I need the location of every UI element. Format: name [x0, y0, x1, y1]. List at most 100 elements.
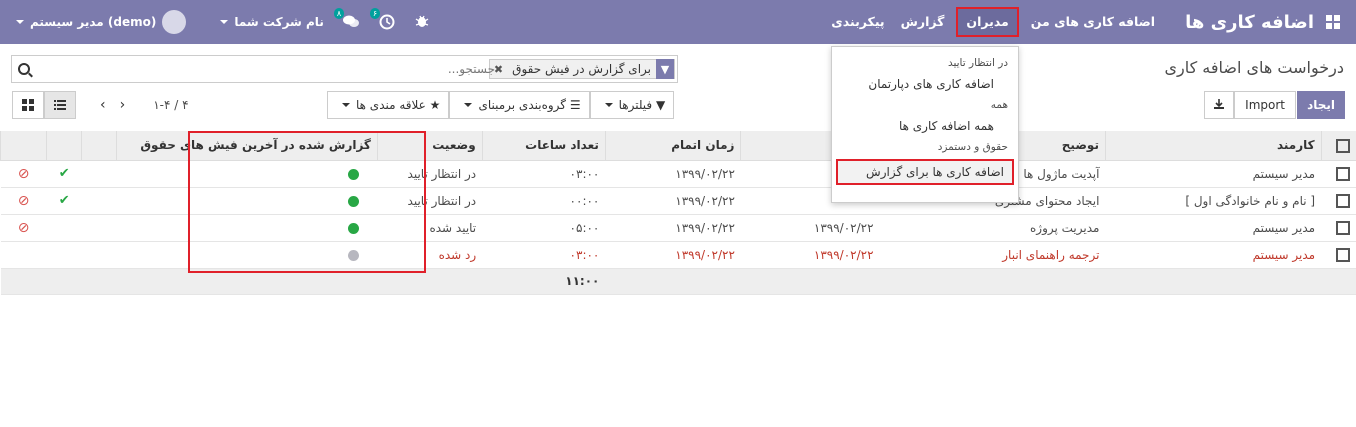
- messaging-button[interactable]: ۸: [333, 8, 360, 31]
- header-status[interactable]: وضعیت: [376, 131, 483, 161]
- status-dot-icon: [348, 249, 360, 261]
- user-menu[interactable]: مدیر سیستم (demo): [10, 10, 192, 34]
- approve-check-icon[interactable]: ✔: [59, 166, 70, 181]
- user-name: مدیر سیستم (demo): [30, 15, 157, 29]
- table-row[interactable]: مدیر سیستم ترجمه راهنمای انبار ۱۳۹۹/۰۲/۲…: [0, 241, 1356, 269]
- pager-value[interactable]: ۱-۴ / ۴: [153, 98, 188, 112]
- search-bar[interactable]: ▼ برای گزارش در فیش حقوق ✖ جستجو...: [11, 55, 678, 83]
- page-title: درخواست های اضافه کاری: [1164, 58, 1344, 77]
- cell-status: در انتظار تایید: [377, 187, 483, 215]
- section-pending-approval: در انتظار تایید: [947, 57, 1008, 69]
- cell-employee: مدیر سیستم: [1105, 160, 1322, 188]
- grid-icon: [22, 99, 34, 111]
- menu-configuration[interactable]: پیکربندی: [823, 0, 892, 44]
- chevron-down-icon: [604, 103, 613, 107]
- activity-button[interactable]: ۶: [369, 8, 396, 31]
- total-hours: ۱۱:۰۰: [482, 268, 606, 295]
- chevron-left-icon[interactable]: ‹: [100, 97, 106, 113]
- refuse-ban-icon[interactable]: ⊘: [18, 220, 30, 236]
- row-checkbox[interactable]: [1336, 220, 1350, 235]
- overtime-list-table: کارمند توضیح زمان اتمام تعداد ساعات وضعی…: [0, 131, 1356, 295]
- menu-department-overtime[interactable]: اضافه کاری های دپارتمان: [832, 77, 1018, 91]
- cell-end: ۱۳۹۹/۰۲/۲۲: [605, 214, 741, 242]
- chevron-down-icon: [342, 103, 350, 107]
- star-icon: ★: [429, 98, 441, 112]
- menu-reporting[interactable]: گزارش: [893, 0, 953, 44]
- company-name: نام شرکت شما: [234, 15, 324, 29]
- header-approve: [81, 131, 117, 161]
- menu-managers[interactable]: مدیران: [956, 7, 1019, 37]
- chevron-down-icon: [220, 20, 229, 24]
- search-icon[interactable]: [18, 63, 30, 75]
- header-employee[interactable]: کارمند: [1104, 131, 1322, 161]
- select-all-checkbox[interactable]: [1336, 138, 1350, 153]
- row-checkbox[interactable]: [1336, 247, 1350, 262]
- cell-hours: ۰۵:۰۰: [482, 214, 606, 242]
- groupby-label: گروه‌بندی برمبنای: [478, 98, 566, 112]
- menu-overtime-to-report[interactable]: اضافه کاری ها برای گزارش: [836, 159, 1014, 185]
- download-button[interactable]: [1204, 91, 1234, 119]
- select-all-cell[interactable]: [1320, 131, 1356, 161]
- chevron-down-icon: [16, 20, 24, 24]
- table-header-row: کارمند توضیح زمان اتمام تعداد ساعات وضعی…: [0, 131, 1356, 161]
- favorites-button[interactable]: ★ علاقه مندی ها: [327, 91, 450, 119]
- list-view-button[interactable]: [44, 91, 76, 119]
- create-button[interactable]: ایجاد: [1297, 91, 1345, 119]
- cell-start: ۱۳۹۹/۰۲/۲۲: [740, 214, 880, 242]
- header-end-time[interactable]: زمان اتمام: [604, 131, 741, 161]
- facet-label: برای گزارش در فیش حقوق: [512, 62, 651, 76]
- refuse-ban-icon[interactable]: ⊘: [18, 166, 30, 182]
- row-checkbox[interactable]: [1336, 193, 1350, 208]
- table-row[interactable]: مدیر سیستم مدیریت پروژه ۱۳۹۹/۰۲/۲۲ ۱۳۹۹/…: [0, 214, 1356, 242]
- table-row[interactable]: مدیر سیستم آپدیت ماژول ها ۱۳۹۹/۰۲/۲۲ ۰۳:…: [0, 160, 1356, 188]
- debug-button[interactable]: [414, 13, 432, 31]
- search-input[interactable]: جستجو...: [448, 62, 495, 76]
- cell-start: ۱۳۹۹/۰۲/۲۲: [740, 241, 880, 269]
- menu-my-overtime[interactable]: اضافه کاری های من: [1023, 0, 1163, 44]
- chat-icon: [342, 15, 359, 27]
- cell-status: رد شده: [377, 241, 483, 269]
- apps-menu-icon[interactable]: [1326, 15, 1340, 29]
- messages-badge: ۸: [333, 8, 345, 19]
- chevron-right-icon[interactable]: ›: [120, 97, 126, 113]
- refuse-ban-icon[interactable]: ⊘: [18, 193, 30, 209]
- section-payroll: حقوق و دستمزد: [937, 141, 1008, 153]
- table-footer-row: ۱۱:۰۰: [0, 268, 1356, 295]
- search-facet: ▼ برای گزارش در فیش حقوق ✖: [488, 59, 675, 79]
- cell-employee: مدیر سیستم: [1105, 241, 1322, 269]
- import-button[interactable]: Import: [1234, 91, 1296, 119]
- groupby-button[interactable]: ☰ گروه‌بندی برمبنای: [449, 91, 590, 119]
- managers-dropdown-menu: در انتظار تایید اضافه کاری های دپارتمان …: [831, 46, 1019, 203]
- menu-all-overtime[interactable]: همه اضافه کاری ها: [832, 119, 1018, 133]
- list-icon: ☰: [569, 98, 581, 112]
- cell-hours: ۰۳:۰۰: [482, 241, 606, 269]
- bug-icon: [415, 15, 429, 27]
- row-checkbox[interactable]: [1336, 166, 1350, 181]
- cell-end: ۱۳۹۹/۰۲/۲۲: [605, 160, 741, 188]
- cell-status: در انتظار تایید: [377, 160, 483, 188]
- search-options: ▼ فیلترها ☰ گروه‌بندی برمبنای ★ علاقه من…: [327, 91, 675, 119]
- kanban-view-button[interactable]: [12, 91, 44, 119]
- cell-end: ۱۳۹۹/۰۲/۲۲: [605, 241, 741, 269]
- header-refuse: [46, 131, 82, 161]
- filters-button[interactable]: ▼ فیلترها: [589, 91, 675, 119]
- cell-hours: ۰۰:۰۰: [482, 187, 606, 215]
- status-dot-icon: [348, 168, 360, 180]
- header-extra: [0, 131, 47, 161]
- chevron-down-icon: [464, 103, 473, 107]
- status-dot-icon: [348, 195, 360, 207]
- cell-employee: [ نام و نام خانوادگی اول ]: [1105, 187, 1322, 215]
- table-row[interactable]: [ نام و نام خانوادگی اول ] ایجاد محتوای …: [0, 187, 1356, 215]
- header-payslip-reported[interactable]: گزارش شده در آخرین فیش های حقوق: [116, 131, 378, 161]
- filters-label: فیلترها: [618, 98, 653, 112]
- status-dot-icon: [348, 222, 360, 234]
- approve-check-icon[interactable]: ✔: [59, 193, 70, 208]
- funnel-icon: ▼: [655, 98, 666, 112]
- pager: ‹ › ۱-۴ / ۴: [100, 97, 189, 113]
- company-switcher[interactable]: نام شرکت شما: [214, 15, 324, 29]
- app-brand: اضافه کاری ها: [1185, 11, 1314, 33]
- cell-status: تایید شده: [377, 214, 483, 242]
- list-icon: [54, 100, 66, 110]
- header-hours[interactable]: تعداد ساعات: [481, 131, 606, 161]
- cell-end: ۱۳۹۹/۰۲/۲۲: [605, 187, 741, 215]
